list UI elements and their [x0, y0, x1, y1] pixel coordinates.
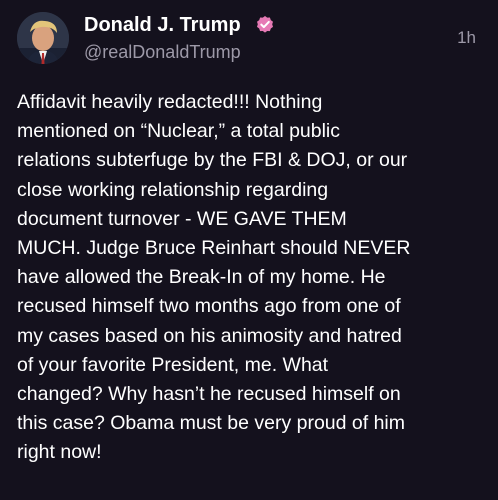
- author-handle[interactable]: @realDonaldTrump: [84, 41, 241, 63]
- avatar-image: [17, 12, 69, 64]
- post-card: Donald J. Trump @realDonaldTrump 1h Affi…: [0, 0, 498, 500]
- post-timestamp[interactable]: 1h: [457, 27, 476, 49]
- author-display-name[interactable]: Donald J. Trump: [84, 13, 241, 37]
- profile-avatar[interactable]: [17, 12, 69, 64]
- post-body-text: Affidavit heavily redacted!!! Nothing me…: [17, 91, 411, 464]
- verified-badge-icon: [257, 16, 273, 33]
